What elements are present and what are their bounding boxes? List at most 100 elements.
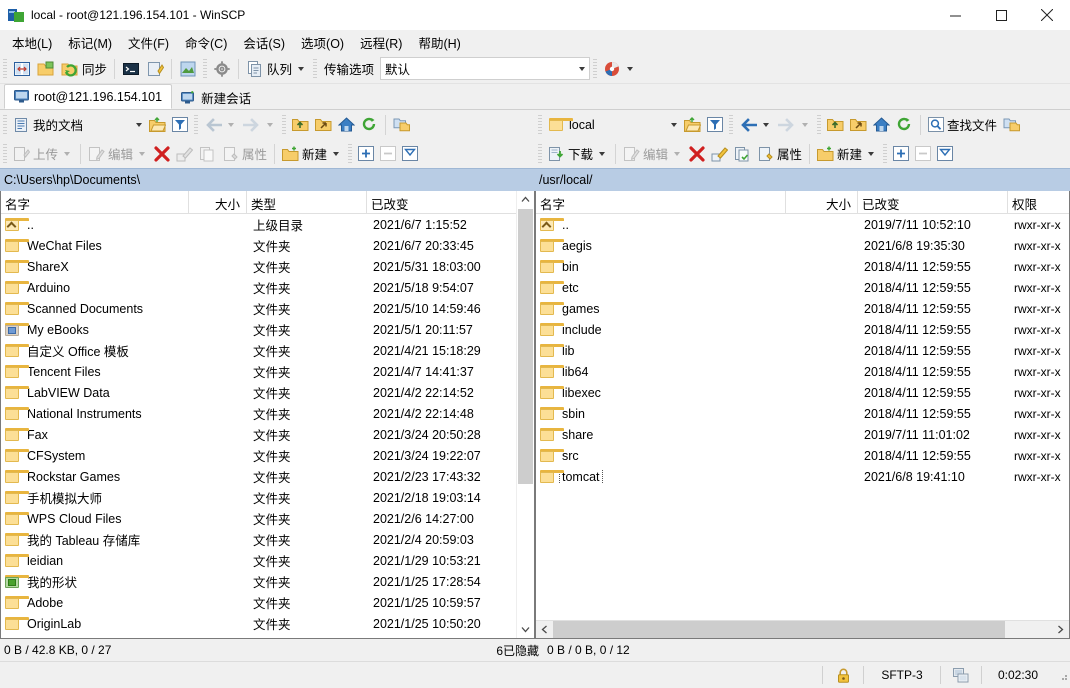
table-row[interactable]: libexec 2018/4/11 12:59:55 rwxr-xr-x [536,382,1069,403]
local-upload-button[interactable]: 上传 [10,142,76,166]
tab-new-session[interactable]: 新建会话 [172,86,261,109]
table-row[interactable]: National Instruments 文件夹 2021/4/2 22:14:48 [1,403,534,424]
menu-help[interactable]: 帮助(H) [410,30,468,55]
file-name-cell[interactable]: Rockstar Games [1,470,189,484]
file-name-cell[interactable]: CFSystem [1,449,189,463]
maximize-button[interactable] [978,0,1024,30]
remote-toolbar-grip-3[interactable] [817,114,821,135]
remote-duplicate-button[interactable] [731,142,754,166]
open-terminal-button[interactable] [119,57,143,81]
connection-icon[interactable] [941,662,981,688]
remote-delete-button[interactable] [686,142,708,166]
menu-session[interactable]: 会话(S) [235,30,293,55]
file-name-cell[interactable]: lib64 [536,365,786,379]
local-rename-button[interactable] [173,142,196,166]
file-name-cell[interactable]: bin [536,260,786,274]
file-name-cell[interactable]: 手机模拟大师 [1,488,189,507]
remote-col-rights[interactable]: 权限 [1008,191,1069,213]
table-row[interactable]: ShareX 文件夹 2021/5/31 18:03:00 [1,256,534,277]
remote-filter-button[interactable] [704,113,726,137]
local-bookmark-button[interactable] [390,113,413,137]
remote-hscroll-thumb[interactable] [553,621,1005,638]
file-name-cell[interactable]: MATLAB [1,638,189,639]
local-vertical-scrollbar[interactable] [516,191,534,638]
menu-local[interactable]: 本地(L) [4,30,60,55]
local-path-bar[interactable]: C:\Users\hp\Documents\ [0,168,535,191]
table-row[interactable]: 我的 Tableau 存储库 文件夹 2021/2/4 20:59:03 [1,529,534,550]
table-row[interactable]: src 2018/4/11 12:59:55 rwxr-xr-x [536,445,1069,466]
local-toolbar-grip-3[interactable] [282,114,286,135]
remote-path-bar[interactable]: /usr/local/ [535,168,1070,191]
menu-commands[interactable]: 命令(C) [177,30,235,55]
remote-forward-button[interactable] [775,113,814,137]
close-button[interactable] [1024,0,1070,30]
remote-unselect-button[interactable] [912,142,934,166]
remote-scroll-right-arrow[interactable] [1052,621,1069,638]
table-row[interactable]: Adobe 文件夹 2021/1/25 10:59:57 [1,592,534,613]
table-row[interactable]: tomcat 2021/6/8 19:41:10 rwxr-xr-x [536,466,1069,487]
remote-bookmark-button[interactable] [1000,113,1023,137]
table-row[interactable]: etc 2018/4/11 12:59:55 rwxr-xr-x [536,277,1069,298]
table-row[interactable]: Rockstar Games 文件夹 2021/2/23 17:43:32 [1,466,534,487]
file-name-cell[interactable]: 我的形状 [1,572,189,591]
file-name-cell[interactable]: share [536,428,786,442]
remote-drive-combo[interactable]: local [545,114,681,135]
menu-files[interactable]: 文件(F) [120,30,177,55]
table-row[interactable]: 自定义 Office 模板 文件夹 2021/4/21 15:18:29 [1,340,534,361]
minimize-button[interactable] [932,0,978,30]
remote-home-directory-button[interactable] [870,113,893,137]
resize-grip[interactable] [1054,662,1070,688]
remote-col-size[interactable]: 大小 [786,191,858,213]
table-row[interactable]: lib 2018/4/11 12:59:55 rwxr-xr-x [536,340,1069,361]
remote-find-files-button[interactable]: 查找文件 [925,113,1000,137]
local-invert-selection-button[interactable] [399,142,421,166]
table-row[interactable]: Arduino 文件夹 2021/5/18 9:54:07 [1,277,534,298]
local-upload-caret[interactable] [64,151,71,156]
table-row[interactable]: 手机模拟大师 文件夹 2021/2/18 19:03:14 [1,487,534,508]
remote-parent-directory-button[interactable] [824,113,847,137]
local-edit-caret[interactable] [139,151,146,156]
table-row[interactable]: WeChat Files 文件夹 2021/6/7 20:33:45 [1,235,534,256]
table-row[interactable]: leidian 文件夹 2021/1/29 10:53:21 [1,550,534,571]
file-name-cell[interactable]: etc [536,281,786,295]
file-name-cell[interactable]: Fax [1,428,189,442]
local-parent-directory-button[interactable] [289,113,312,137]
local-new-button[interactable]: 新建 [279,142,345,166]
remote-file-toolbar-grip-2[interactable] [883,143,888,164]
table-row[interactable]: bin 2018/4/11 12:59:55 rwxr-xr-x [536,256,1069,277]
remote-toolbar-grip-2[interactable] [729,114,733,135]
table-row[interactable]: aegis 2021/6/8 19:35:30 rwxr-xr-x [536,235,1069,256]
local-home-directory-button[interactable] [335,113,358,137]
file-name-cell[interactable]: .. [1,218,189,232]
table-row[interactable]: CFSystem 文件夹 2021/3/24 19:22:07 [1,445,534,466]
remote-root-directory-button[interactable] [847,113,870,137]
file-name-cell[interactable]: include [536,323,786,337]
remote-edit-button[interactable]: 编辑 [620,142,686,166]
table-row[interactable]: lib64 2018/4/11 12:59:55 rwxr-xr-x [536,361,1069,382]
table-row[interactable]: My eBooks 文件夹 2021/5/1 20:11:57 [1,319,534,340]
file-name-cell[interactable]: libexec [536,386,786,400]
queue-button[interactable]: 队列 [243,57,310,81]
file-name-cell[interactable]: WPS Cloud Files [1,512,189,526]
remote-new-caret[interactable] [868,151,875,156]
local-delete-button[interactable] [151,142,173,166]
table-row[interactable]: 我的形状 文件夹 2021/1/25 17:28:54 [1,571,534,592]
local-file-toolbar-grip[interactable] [3,143,7,164]
table-row[interactable]: Tencent Files 文件夹 2021/4/7 14:41:37 [1,361,534,382]
local-col-name[interactable]: 名字 [1,191,189,213]
table-row[interactable]: MATLAB 文件夹2021/1/25 10:34:14 [1,634,534,639]
remote-forward-caret[interactable] [802,122,808,127]
local-back-caret[interactable] [228,122,234,127]
file-name-cell[interactable]: Tencent Files [1,365,189,379]
menu-remote[interactable]: 远程(R) [352,30,410,55]
file-name-cell[interactable]: National Instruments [1,407,189,421]
remote-back-caret[interactable] [763,122,769,127]
preferences-button[interactable] [210,57,234,81]
file-name-cell[interactable]: Adobe [1,596,189,610]
local-filter-button[interactable] [169,113,191,137]
explore-button[interactable] [176,57,200,81]
local-scroll-thumb[interactable] [518,209,533,484]
menu-mark[interactable]: 标记(M) [60,30,120,55]
remote-invert-selection-button[interactable] [934,142,956,166]
file-name-cell[interactable]: .. [536,218,786,232]
